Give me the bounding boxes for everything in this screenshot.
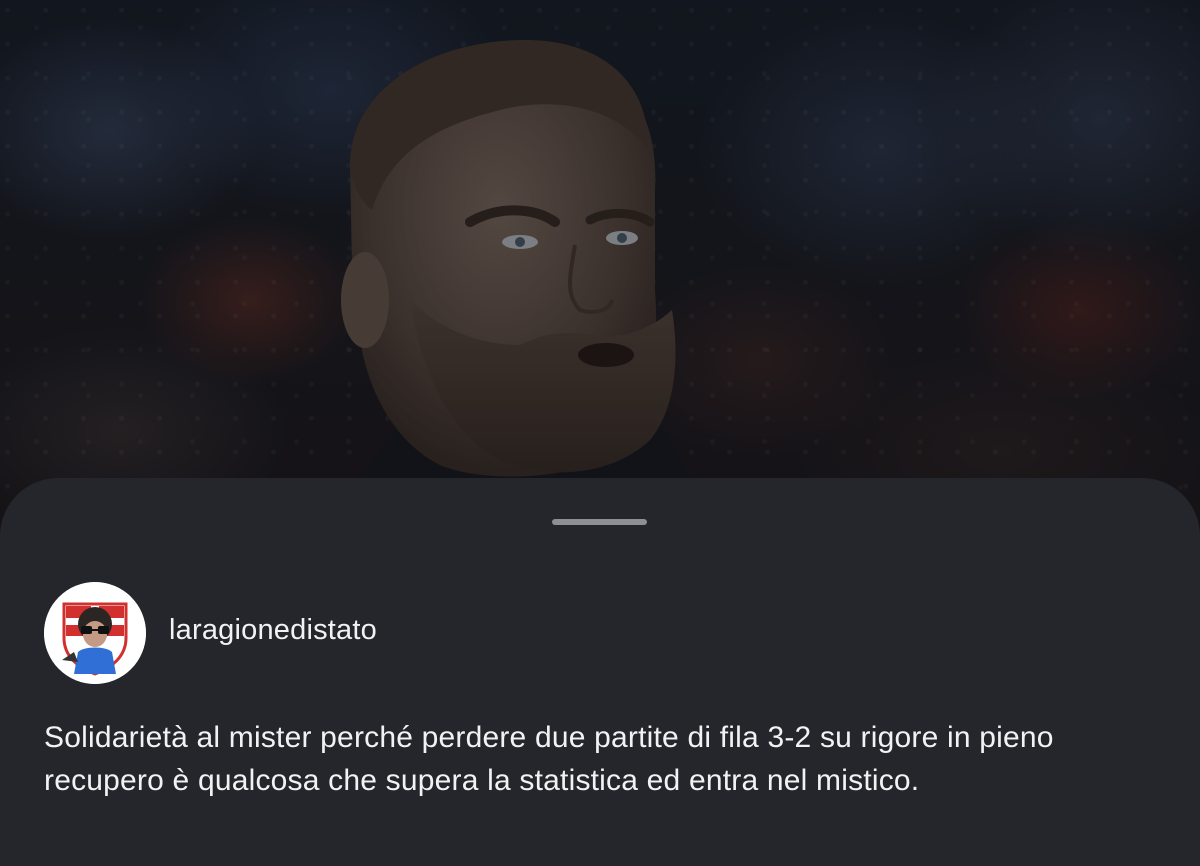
photo-dim-overlay (0, 0, 1200, 560)
post-caption: Solidarietà al mister perché perdere due… (44, 721, 1054, 797)
post-username[interactable]: laragionedistato (169, 614, 377, 647)
story-screen: laragionedistato Solidarietà al mister p… (0, 0, 1200, 866)
profile-avatar[interactable] (44, 582, 146, 684)
background-photo (0, 0, 1200, 560)
avatar-logo-icon (44, 582, 146, 684)
sheet-grabber-handle[interactable] (552, 519, 647, 525)
comment-sheet: laragionedistato Solidarietà al mister p… (0, 478, 1200, 866)
